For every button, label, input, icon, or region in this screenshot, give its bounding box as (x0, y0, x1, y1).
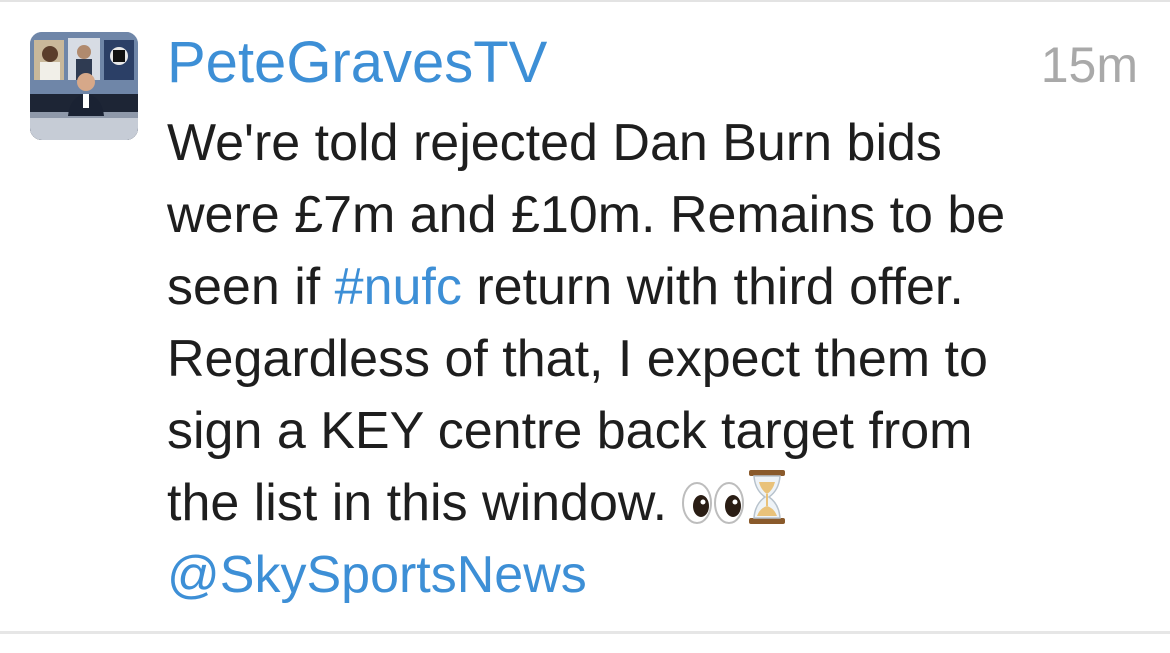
tweet-cell[interactable]: PeteGravesTV 15m We're told rejected Dan… (0, 0, 1170, 630)
tweet-text-line: the list in this window. (167, 467, 1157, 539)
tweet-text-segment: seen if (167, 258, 335, 316)
timestamp: 15m (1040, 37, 1138, 93)
tweet-text-line: seen if #nufc return with third offer. (167, 251, 1157, 323)
tweet-text-line: Regardless of that, I expect them to (167, 330, 988, 388)
tweet-text-line: sign a KEY centre back target from (167, 402, 973, 460)
tweet-text: We're told rejected Dan Burn bids were £… (167, 107, 1157, 611)
eyes-icon (681, 473, 745, 545)
tweet-text-line: @SkySportsNews (167, 539, 1157, 611)
display-name[interactable]: PeteGravesTV (167, 28, 547, 98)
tweet-text-segment: return with third offer. (461, 258, 964, 316)
tweet-text-segment: the list in this window. (167, 474, 682, 532)
bottom-divider (0, 631, 1170, 634)
avatar-image (30, 32, 138, 140)
hourglass-icon (745, 468, 789, 545)
hashtag-link[interactable]: #nufc (335, 258, 462, 316)
mention-link[interactable]: @SkySportsNews (167, 546, 587, 604)
tweet-text-line: were £7m and £10m. Remains to be (167, 186, 1006, 244)
avatar[interactable] (30, 32, 138, 140)
tweet-text-line: We're told rejected Dan Burn bids (167, 114, 942, 172)
